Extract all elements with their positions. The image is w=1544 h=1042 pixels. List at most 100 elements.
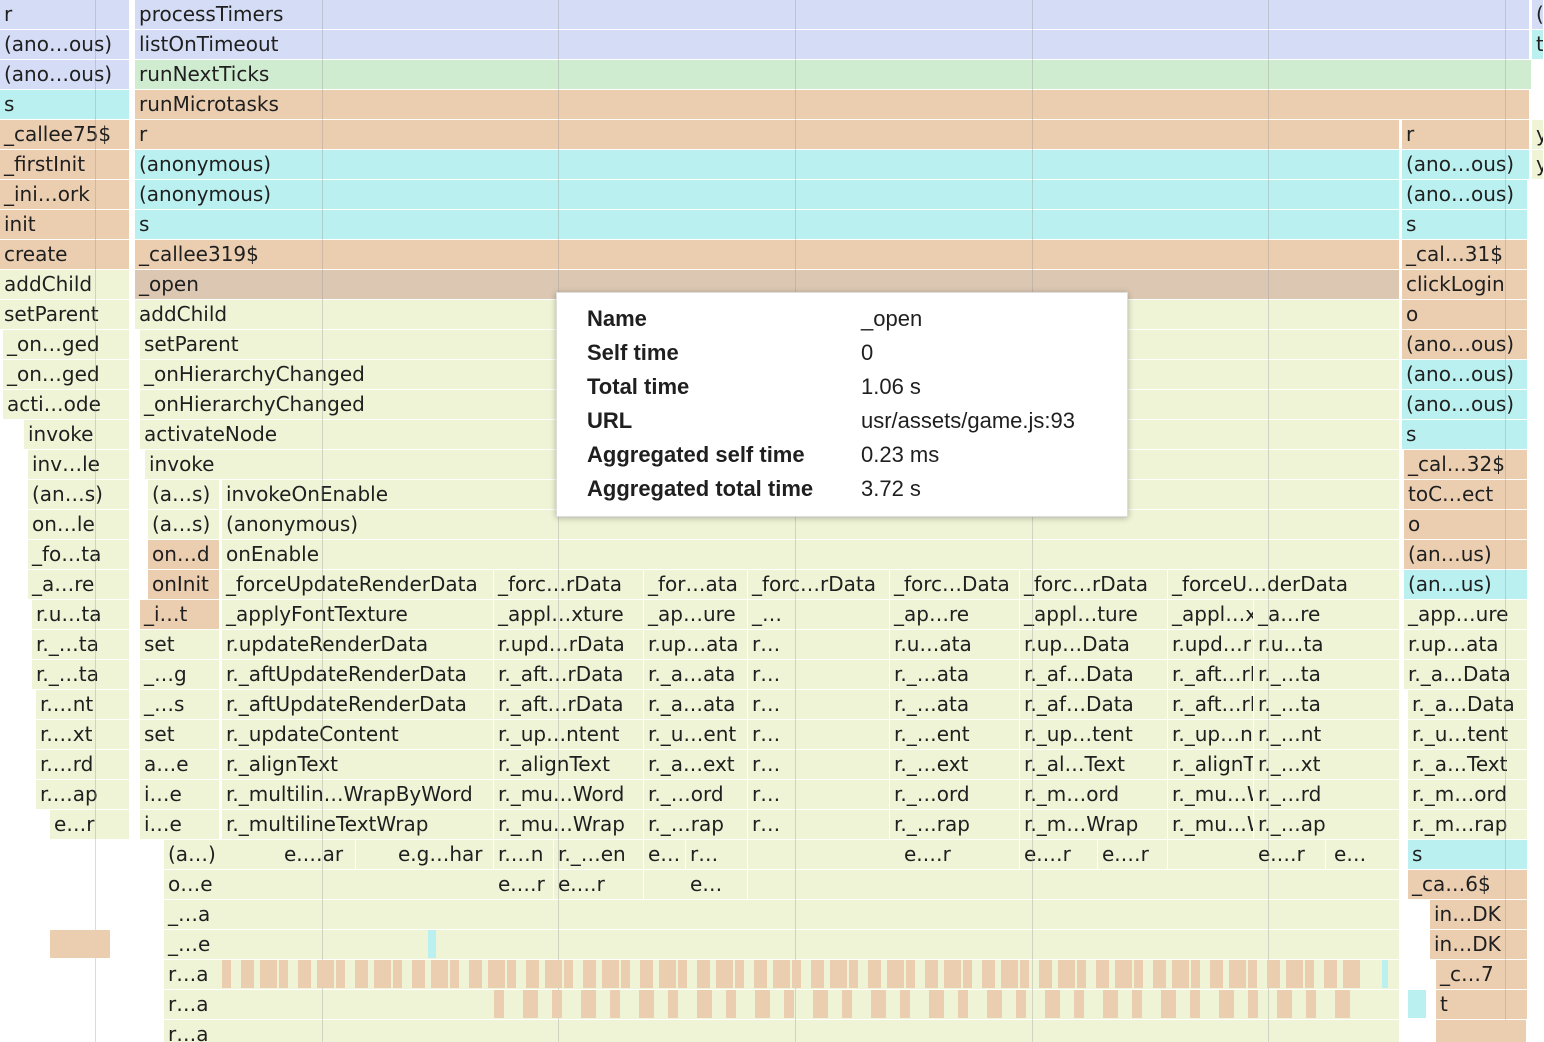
flame-sliver[interactable] <box>374 960 391 988</box>
flame-frame[interactable]: _on…ged <box>3 330 130 359</box>
flame-frame[interactable]: _forc…rData <box>1020 570 1168 599</box>
flame-frame[interactable]: r._updateContent <box>222 720 494 749</box>
flame-sliver[interactable] <box>659 960 676 988</box>
flame-frame[interactable]: r._…ext <box>890 750 1020 779</box>
flame-frame[interactable]: _c…7 <box>1436 960 1528 989</box>
flame-sliver[interactable] <box>298 960 311 988</box>
flame-frame[interactable]: r.u…ta <box>32 600 130 629</box>
flame-frame[interactable]: _… <box>748 600 890 629</box>
flame-frame[interactable]: e.…ar <box>280 840 356 869</box>
flame-frame[interactable]: in…DK <box>1430 900 1528 929</box>
flame-sliver[interactable] <box>1039 960 1052 988</box>
flame-frame[interactable]: e.…r <box>1098 840 1168 869</box>
flame-sliver[interactable] <box>494 990 504 1018</box>
flame-frame[interactable]: e.g…har <box>394 840 494 869</box>
flame-frame[interactable]: _forceUpdateRenderData <box>222 570 494 599</box>
flame-frame[interactable]: (anonymous) <box>135 150 1400 179</box>
flame-frame[interactable]: y <box>1532 150 1544 179</box>
flame-frame[interactable]: r.upd…rData <box>494 630 644 659</box>
flame-frame[interactable]: r… <box>686 840 748 869</box>
flame-frame[interactable]: listOnTimeout <box>135 30 1530 59</box>
flame-frame[interactable]: r._up…ntent <box>494 720 644 749</box>
flame-sliver[interactable] <box>1115 960 1132 988</box>
flame-sliver[interactable] <box>317 960 334 988</box>
flame-sliver[interactable] <box>1335 990 1350 1018</box>
flame-frame[interactable]: on…d <box>148 540 220 569</box>
flame-frame[interactable]: inv…le <box>28 450 130 479</box>
flame-frame[interactable]: r.…rd <box>36 750 130 779</box>
flame-frame[interactable]: r._al…Text <box>1020 750 1168 779</box>
flame-frame[interactable]: r.up…Data <box>1020 630 1168 659</box>
flame-frame[interactable]: toC…ect <box>1404 480 1528 509</box>
flame-frame[interactable]: (an…us) <box>1404 570 1528 599</box>
flame-frame[interactable]: _a…re <box>1254 600 1400 629</box>
flame-sliver[interactable] <box>900 990 910 1018</box>
flame-frame[interactable]: set <box>140 720 220 749</box>
flame-frame[interactable]: setParent <box>0 300 130 329</box>
flame-frame[interactable]: processTimers <box>135 0 1530 29</box>
flame-frame[interactable]: in…DK <box>1430 930 1528 959</box>
flame-frame[interactable]: _callee319$ <box>135 240 1400 269</box>
flame-chart[interactable]: r processTimers((ano…ous) listOnTimeout t (a… <box>0 0 1544 1042</box>
flame-sliver[interactable] <box>610 990 620 1018</box>
flame-frame[interactable]: a…e <box>140 750 220 779</box>
flame-frame[interactable]: e…r <box>50 810 130 839</box>
flame-sliver[interactable] <box>982 960 995 988</box>
flame-sliver[interactable] <box>871 990 886 1018</box>
flame-sliver[interactable] <box>1132 990 1142 1018</box>
flame-frame[interactable]: _…e <box>164 930 1400 959</box>
flame-frame[interactable]: r._u…tent <box>1408 720 1528 749</box>
flame-frame[interactable]: r._aft…rData <box>1168 690 1254 719</box>
flame-frame[interactable]: (a…s) <box>148 480 220 509</box>
flame-frame[interactable]: s <box>1402 420 1528 449</box>
flame-sliver[interactable] <box>526 960 539 988</box>
flame-sliver[interactable] <box>697 960 710 988</box>
flame-sliver[interactable] <box>431 960 448 988</box>
flame-frame[interactable]: (an…s) <box>28 480 130 509</box>
flame-sliver[interactable] <box>1306 990 1316 1018</box>
flame-frame[interactable]: r…a <box>164 1020 1400 1042</box>
flame-frame[interactable]: (ano…ous) <box>0 60 130 89</box>
flame-frame[interactable]: s <box>0 90 130 119</box>
flame-frame[interactable]: r._…ap <box>1254 810 1400 839</box>
flame-frame[interactable]: r._…rd <box>1254 780 1400 809</box>
flame-frame[interactable]: r._m…rap <box>1408 810 1528 839</box>
flame-sliver[interactable] <box>621 960 630 988</box>
flame-frame[interactable]: (an…us) <box>1404 540 1528 569</box>
flame-frame[interactable]: r.updateRenderData <box>222 630 494 659</box>
flame-sliver[interactable] <box>755 990 770 1018</box>
flame-sliver[interactable] <box>735 960 744 988</box>
flame-frame[interactable]: r._aftUpdateRenderData <box>222 660 494 689</box>
flame-sliver[interactable] <box>640 960 653 988</box>
flame-frame[interactable]: e… <box>644 840 686 869</box>
flame-sliver[interactable] <box>1161 990 1176 1018</box>
flame-frame[interactable]: init <box>0 210 130 239</box>
flame-sliver[interactable] <box>1382 960 1388 988</box>
flame-frame[interactable]: r._…ord <box>644 780 748 809</box>
flame-frame[interactable]: r._mu…Wrap <box>1168 810 1254 839</box>
flame-frame[interactable]: _…s <box>140 690 220 719</box>
flame-frame[interactable]: e.…r <box>900 840 1020 869</box>
flame-frame[interactable]: r._alignText <box>494 750 644 779</box>
flame-frame[interactable]: invoke <box>24 420 130 449</box>
flame-frame[interactable]: r._mu…Word <box>494 780 644 809</box>
flame-frame[interactable]: r._m…ord <box>1020 780 1168 809</box>
flame-frame[interactable]: _appl…xture <box>1168 600 1254 629</box>
flame-frame[interactable]: r.up…ata <box>1404 630 1528 659</box>
flame-frame[interactable]: r._…ord <box>890 780 1020 809</box>
flame-frame[interactable]: t <box>1436 990 1528 1019</box>
flame-sliver[interactable] <box>222 960 231 988</box>
flame-sliver[interactable] <box>925 960 938 988</box>
flame-frame[interactable]: r._mu…Word <box>1168 780 1254 809</box>
flame-sliver[interactable] <box>1305 960 1314 988</box>
flame-frame[interactable]: r._a…Text <box>1408 750 1528 779</box>
flame-frame[interactable]: e.…r <box>554 870 644 899</box>
flame-frame[interactable]: _…g <box>140 660 220 689</box>
flame-frame[interactable]: r._…ta <box>1254 690 1400 719</box>
flame-frame[interactable]: _applyFontTexture <box>222 600 494 629</box>
flame-sliver[interactable] <box>50 930 110 958</box>
flame-sliver[interactable] <box>545 960 562 988</box>
flame-sliver[interactable] <box>1045 990 1060 1018</box>
flame-sliver[interactable] <box>1058 960 1075 988</box>
flame-sliver[interactable] <box>428 930 436 958</box>
